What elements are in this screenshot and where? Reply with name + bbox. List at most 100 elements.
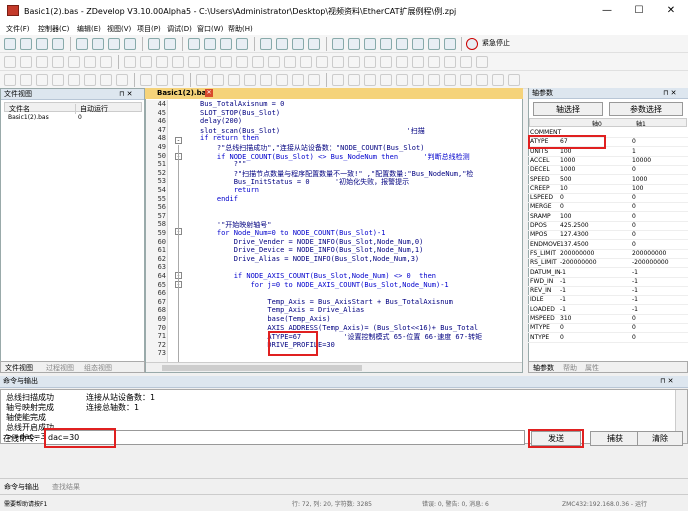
command-pin-close-icon[interactable]: ⊓ ✕ xyxy=(660,376,674,387)
param-axis1-value[interactable]: -1 xyxy=(632,287,638,294)
code-line[interactable]: Temp_Axis = Drive_Alias xyxy=(200,306,364,314)
param-axis1-value[interactable]: 200000000 xyxy=(632,250,666,257)
tab-help[interactable]: 帮助 xyxy=(563,363,577,373)
code-line[interactable]: for Node_Num=0 to NODE_COUNT(Bus_Slot)-1 xyxy=(200,229,386,237)
param-axis0-value[interactable]: -1 xyxy=(560,269,566,276)
open-folder-icon[interactable] xyxy=(20,38,32,50)
find-icon[interactable] xyxy=(164,38,176,50)
clear-button[interactable]: 清除 xyxy=(637,431,683,446)
param-axis0-value[interactable]: -1 xyxy=(560,296,566,303)
col-axis0[interactable]: 轴0 xyxy=(592,119,602,128)
size-a-icon[interactable] xyxy=(260,74,272,86)
fill-tool-icon[interactable] xyxy=(428,56,440,68)
bulb-tool-icon[interactable] xyxy=(188,56,200,68)
param-axis0-value[interactable]: 1000 xyxy=(560,157,575,164)
size-c-icon[interactable] xyxy=(292,74,304,86)
align-top-icon[interactable] xyxy=(52,74,64,86)
edit-tool-icon[interactable] xyxy=(268,56,280,68)
file-view-pin-close-icon[interactable]: ⊓ ✕ xyxy=(119,89,133,100)
param-axis1-value[interactable]: -1 xyxy=(632,278,638,285)
new-file-icon[interactable] xyxy=(4,38,16,50)
table-row[interactable]: Basic1(2).bas 0 xyxy=(4,114,142,124)
param-axis1-value[interactable]: 0 xyxy=(632,315,636,322)
step-icon[interactable] xyxy=(348,38,360,50)
shape-tool-icon[interactable] xyxy=(364,56,376,68)
param-axis0-value[interactable]: -1 xyxy=(560,278,566,285)
scrollbar-thumb[interactable] xyxy=(162,365,362,371)
minimize-button[interactable]: — xyxy=(592,3,622,19)
ungroup-icon[interactable] xyxy=(156,74,168,86)
dist-c-icon[interactable] xyxy=(364,74,376,86)
dist-d-icon[interactable] xyxy=(380,74,392,86)
dist-i-icon[interactable] xyxy=(460,74,472,86)
picker-tool-icon[interactable] xyxy=(444,56,456,68)
save-all-icon[interactable] xyxy=(52,38,64,50)
size-b-icon[interactable] xyxy=(276,74,288,86)
reset-icon[interactable] xyxy=(364,38,376,50)
param-axis0-value[interactable]: 0 xyxy=(560,334,564,341)
step-over-icon[interactable] xyxy=(396,38,408,50)
same-height-icon[interactable] xyxy=(116,74,128,86)
stop-debug-icon[interactable] xyxy=(428,38,440,50)
code-line[interactable]: Drive_Device = NODE_INFO(Bus_Slot,Node_N… xyxy=(200,246,424,254)
param-axis0-value[interactable]: 1000 xyxy=(560,166,575,173)
param-axis0-value[interactable]: 200000000 xyxy=(560,250,594,257)
space-v-icon[interactable] xyxy=(212,74,224,86)
code-line[interactable]: delay(200) xyxy=(200,117,242,125)
polyline-tool-icon[interactable] xyxy=(20,56,32,68)
frame-tool-icon[interactable] xyxy=(204,56,216,68)
oscilloscope-icon[interactable] xyxy=(308,38,320,50)
cut-icon[interactable] xyxy=(76,38,88,50)
image-icon[interactable] xyxy=(148,38,160,50)
param-axis1-value[interactable]: 1 xyxy=(632,148,636,155)
layout-icon[interactable] xyxy=(220,38,232,50)
same-width-icon[interactable] xyxy=(100,74,112,86)
target-tool-icon[interactable] xyxy=(412,56,424,68)
copy-window-icon[interactable] xyxy=(204,38,216,50)
close-button[interactable]: ✕ xyxy=(656,3,686,19)
param-axis1-value[interactable]: 1000 xyxy=(632,176,647,183)
param-axis1-value[interactable]: 0 xyxy=(632,334,636,341)
param-axis1-value[interactable]: 0 xyxy=(632,213,636,220)
menu-debug[interactable]: 调试(D) xyxy=(167,24,192,34)
table-tool-icon[interactable] xyxy=(124,56,136,68)
size-d-icon[interactable] xyxy=(308,74,320,86)
text-tool-icon[interactable] xyxy=(332,56,344,68)
param-axis1-value[interactable]: -1 xyxy=(632,269,638,276)
switch-tool-icon[interactable] xyxy=(236,56,248,68)
emergency-stop-icon[interactable] xyxy=(466,38,478,50)
align-right-icon[interactable] xyxy=(36,74,48,86)
numeric-tool-icon[interactable] xyxy=(316,56,328,68)
code-line[interactable]: Drive_Alias = NODE_INFO(Bus_Slot,Node_Nu… xyxy=(200,255,419,263)
tab-config-view[interactable]: 组态视图 xyxy=(84,363,112,373)
param-axis1-value[interactable]: 0 xyxy=(632,166,636,173)
param-axis1-value[interactable]: 0 xyxy=(632,231,636,238)
block-icon[interactable] xyxy=(444,38,456,50)
menu-file[interactable]: 文件(F) xyxy=(6,24,30,34)
toggle-tool-icon[interactable] xyxy=(300,56,312,68)
code-line[interactable]: for j=0 to NODE_AXIS_COUNT(Bus_Slot,Node… xyxy=(200,281,449,289)
tab-properties[interactable]: 属性 xyxy=(585,363,599,373)
param-axis1-value[interactable]: 0 xyxy=(632,138,636,145)
param-axis1-value[interactable]: 0 xyxy=(632,324,636,331)
align-left-icon[interactable] xyxy=(4,74,16,86)
circle-tool-icon[interactable] xyxy=(68,56,80,68)
code-line[interactable]: ?"" xyxy=(200,160,247,168)
erase-tool-icon[interactable] xyxy=(476,56,488,68)
dist-f-icon[interactable] xyxy=(412,74,424,86)
download-all-icon[interactable] xyxy=(124,38,136,50)
code-line[interactable]: if return then xyxy=(200,134,259,142)
menu-controller[interactable]: 控制器(C) xyxy=(38,24,69,34)
param-axis0-value[interactable]: 137.4500 xyxy=(560,241,589,248)
capture-button[interactable]: 捕获 xyxy=(590,431,640,446)
code-line[interactable]: Drive_Vender = NODE_INFO(Bus_Slot,Node_N… xyxy=(200,238,424,246)
rect-tool-icon[interactable] xyxy=(36,56,48,68)
param-axis0-value[interactable]: -200000000 xyxy=(560,259,597,266)
axis-select-button[interactable]: 轴选择 xyxy=(533,102,603,116)
param-axis0-value[interactable]: 0 xyxy=(560,203,564,210)
param-axis1-value[interactable]: -1 xyxy=(632,296,638,303)
col-filename[interactable]: 文件名 xyxy=(9,104,30,114)
space-fit-icon[interactable] xyxy=(244,74,256,86)
param-axis0-value[interactable]: 0 xyxy=(560,324,564,331)
param-axis0-value[interactable]: -1 xyxy=(560,287,566,294)
